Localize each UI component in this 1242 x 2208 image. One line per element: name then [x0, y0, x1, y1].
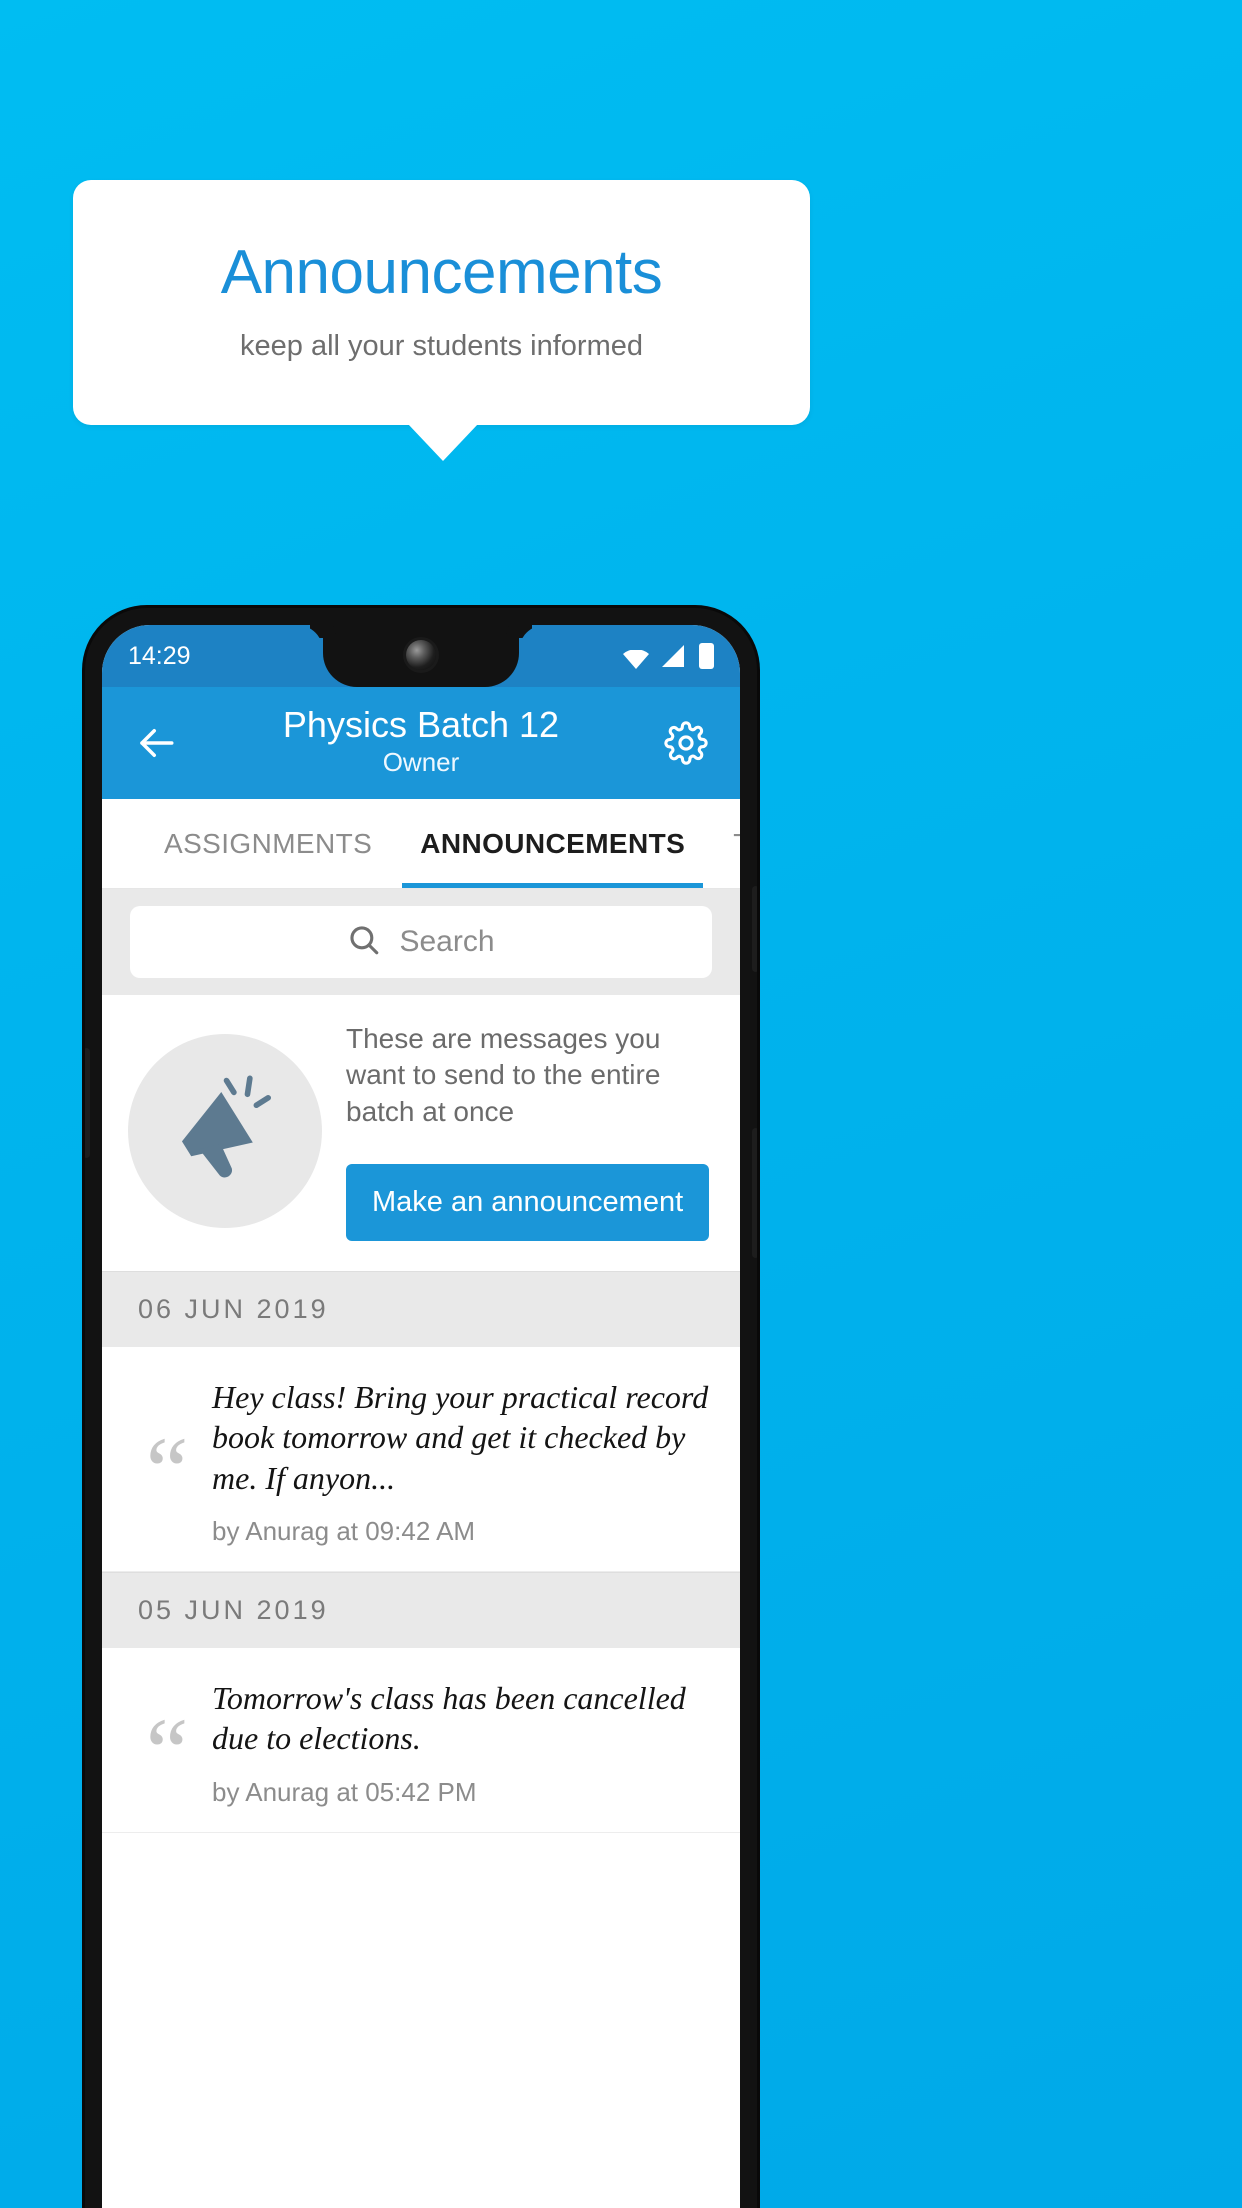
quote-icon: “ [145, 1416, 189, 1524]
phone-volume-button [752, 1128, 757, 1258]
status-bar-icons [623, 643, 714, 669]
announcement-row[interactable]: “ Tomorrow's class has been cancelled du… [102, 1648, 740, 1833]
wifi-icon [623, 647, 649, 669]
tab-assignments[interactable]: ASSIGNMENTS [140, 799, 396, 888]
phone-side-button-left [85, 1048, 90, 1158]
megaphone-icon [128, 1034, 322, 1229]
search-input[interactable]: Search [130, 906, 712, 978]
promo-callout-card: Announcements keep all your students inf… [73, 180, 810, 425]
page-subtitle: keep all your students informed [240, 330, 643, 362]
phone-screen: 14:29 Physics Batch 12 Owner ASSIGNMENTS… [102, 625, 740, 2208]
page-title: Announcements [220, 238, 663, 307]
quote-icon: “ [145, 1697, 189, 1805]
app-bar-titles: Physics Batch 12 Owner [186, 704, 656, 782]
tab-bar[interactable]: ASSIGNMENTS ANNOUNCEMENTS TESTS V [102, 799, 740, 889]
gear-icon[interactable] [656, 713, 716, 773]
phone-mockup: 14:29 Physics Batch 12 Owner ASSIGNMENTS… [85, 608, 757, 2208]
status-bar-clock: 14:29 [128, 641, 191, 670]
date-header: 05 JUN 2019 [102, 1572, 740, 1649]
battery-icon [699, 643, 714, 669]
announcement-body: Tomorrow's class has been cancelled due … [212, 1674, 710, 1808]
tab-tests[interactable]: TESTS [709, 799, 740, 888]
back-arrow-icon[interactable] [126, 713, 186, 773]
phone-notch [323, 625, 519, 687]
signal-icon [662, 645, 686, 667]
tab-announcements[interactable]: ANNOUNCEMENTS [396, 799, 709, 888]
announcement-promo: These are messages you want to send to t… [102, 995, 740, 1272]
announcement-body: Hey class! Bring your practical record b… [212, 1373, 710, 1547]
app-bar: Physics Batch 12 Owner [102, 687, 740, 799]
phone-power-button [752, 886, 757, 972]
announcement-promo-text: These are messages you want to send to t… [346, 1023, 661, 1127]
date-header: 06 JUN 2019 [102, 1271, 740, 1348]
callout-pointer [408, 424, 478, 461]
search-icon [347, 923, 381, 962]
announcement-meta: by Anurag at 05:42 PM [212, 1776, 477, 1807]
front-camera-icon [406, 640, 436, 670]
announcement-text: Hey class! Bring your practical record b… [212, 1379, 709, 1496]
search-section: Search [102, 889, 740, 995]
search-placeholder: Search [399, 925, 495, 958]
announcement-promo-content: These are messages you want to send to t… [346, 1021, 714, 1242]
announcement-text: Tomorrow's class has been cancelled due … [212, 1680, 686, 1757]
announcement-row[interactable]: “ Hey class! Bring your practical record… [102, 1347, 740, 1573]
batch-role: Owner [382, 747, 460, 778]
make-announcement-button[interactable]: Make an announcement [346, 1164, 710, 1242]
announcement-meta: by Anurag at 09:42 AM [212, 1516, 476, 1547]
batch-title: Physics Batch 12 [282, 703, 560, 745]
